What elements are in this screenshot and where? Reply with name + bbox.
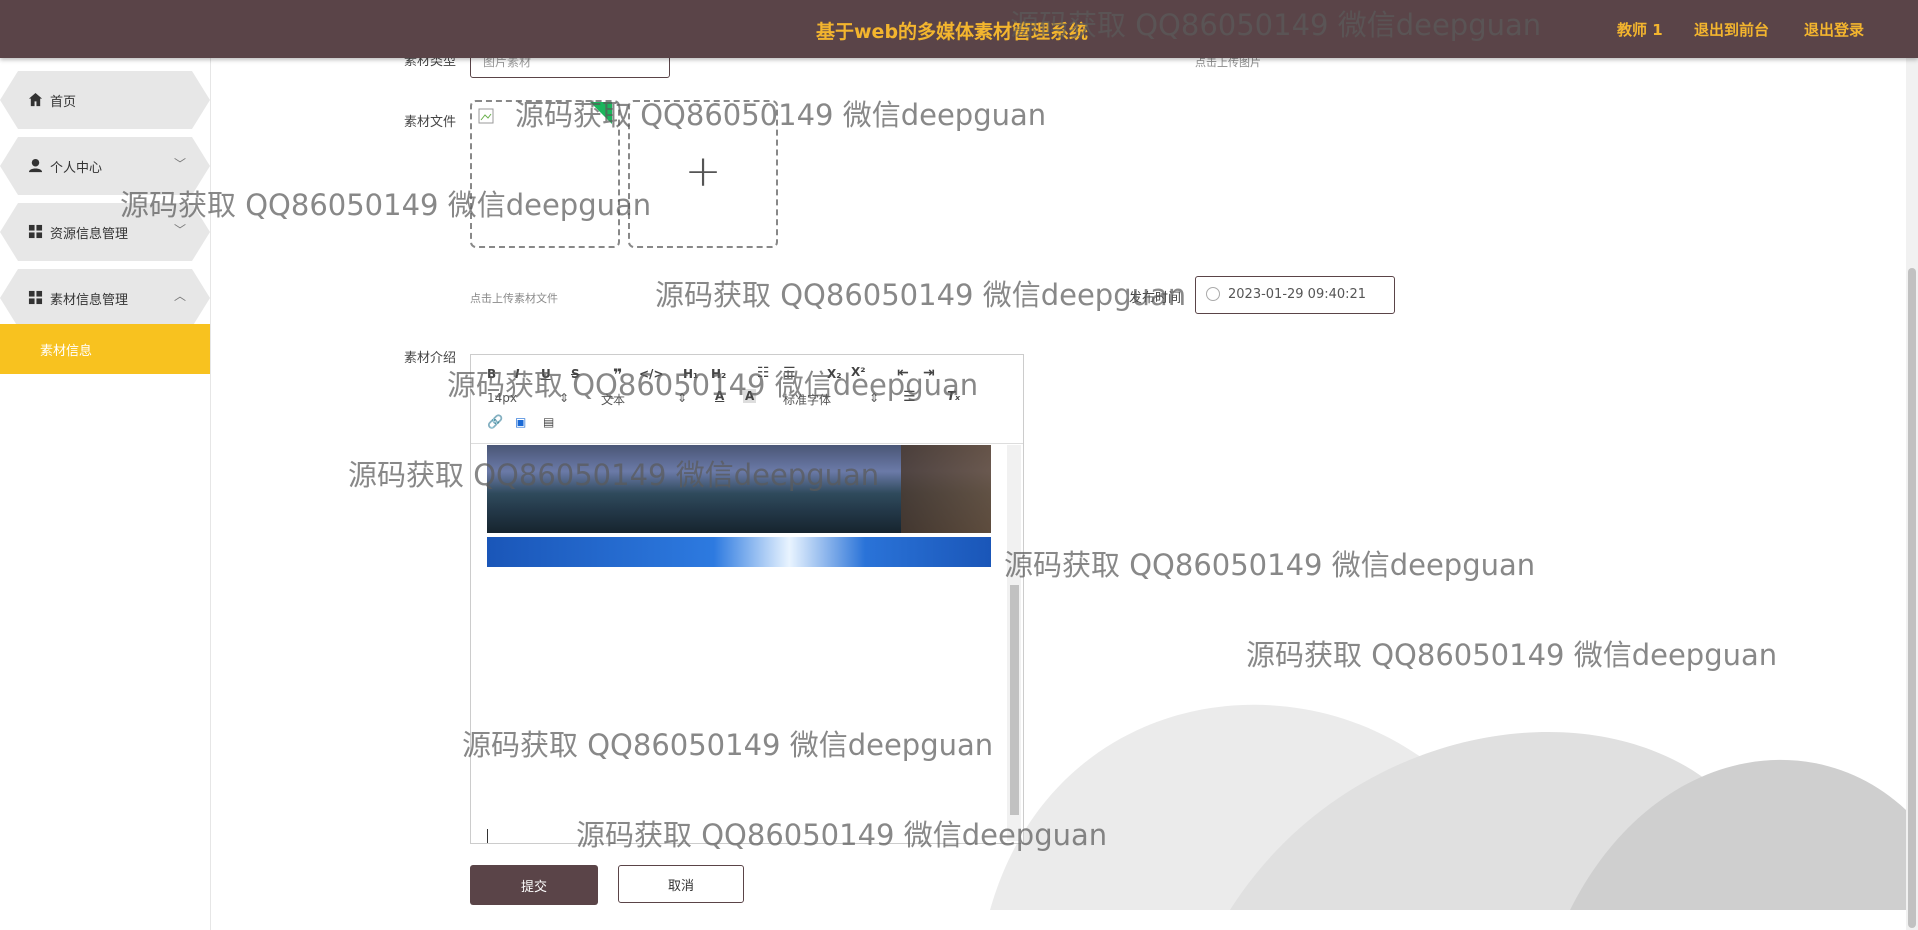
- chevron-down-icon: ﹀: [174, 223, 187, 237]
- page-scrollbar-thumb[interactable]: [1908, 268, 1916, 928]
- sidebar: 首页 个人中心 ﹀ 资源信息管理 ﹀ 素材信息管理 ︿ 素材信息: [0, 58, 211, 930]
- chevron-down-icon: ﹀: [174, 157, 187, 171]
- cancel-button[interactable]: 取消: [618, 865, 744, 903]
- editor-toolbar: B I U S ❞ </> H₁ H₂ ☷ ☰ X₂ X² ⇤ ⇥ 14px ⇕…: [471, 355, 1023, 444]
- rich-text-editor[interactable]: B I U S ❞ </> H₁ H₂ ☷ ☰ X₂ X² ⇤ ⇥ 14px ⇕…: [470, 354, 1024, 844]
- background-hills-decoration: [990, 704, 1906, 910]
- file-label: 素材文件: [404, 115, 457, 130]
- exit-to-front-link[interactable]: 退出到前台: [1694, 19, 1769, 40]
- sidebar-item-label: 个人中心: [50, 161, 103, 176]
- user-menu[interactable]: 教师 1: [1617, 19, 1663, 40]
- editor-image-banner[interactable]: [487, 537, 991, 567]
- sidebar-subitem-label: 素材信息: [40, 344, 93, 359]
- clock-icon: [1206, 287, 1220, 301]
- font-size-chevron-icon: ⇕: [559, 391, 570, 405]
- paragraph-chevron-icon: ⇕: [677, 391, 688, 405]
- watermark-text: 源码获取 QQ86050149 微信deepguan: [1004, 548, 1536, 582]
- bold-icon[interactable]: B: [487, 367, 496, 381]
- heading2-icon[interactable]: H₂: [711, 367, 726, 381]
- sidebar-item-materials[interactable]: 素材信息管理 ︿: [0, 269, 210, 327]
- sidebar-item-profile[interactable]: 个人中心 ﹀: [0, 137, 210, 195]
- chevron-up-icon: ︿: [174, 289, 187, 303]
- page-scrollbar[interactable]: [1906, 58, 1918, 930]
- submit-button[interactable]: 提交: [470, 865, 598, 905]
- watermark-text: 源码获取 QQ86050149 微信deepguan: [655, 278, 1187, 312]
- logout-link[interactable]: 退出登录: [1804, 19, 1864, 40]
- paragraph-select[interactable]: 文本: [601, 391, 625, 408]
- broken-image-icon: [478, 108, 494, 124]
- file-upload-hint: 点击上传素材文件: [470, 292, 558, 305]
- time-label: 发布时间: [1129, 291, 1182, 306]
- blockquote-icon[interactable]: ❞: [613, 365, 622, 384]
- indent-icon[interactable]: ⇥: [923, 365, 935, 381]
- sidebar-item-home[interactable]: 首页: [0, 71, 210, 129]
- text-color-icon[interactable]: A: [715, 389, 724, 403]
- publish-time-picker[interactable]: 2023-01-29 09:40:21: [1195, 276, 1395, 314]
- outdent-icon[interactable]: ⇤: [897, 365, 909, 381]
- video-insert-icon[interactable]: ▤: [543, 415, 554, 429]
- delete-corner-icon[interactable]: [590, 102, 612, 124]
- underline-icon[interactable]: U: [541, 367, 551, 381]
- strikethrough-icon[interactable]: S: [571, 367, 580, 381]
- text-caret: [487, 829, 488, 843]
- code-block-icon[interactable]: </>: [639, 367, 664, 381]
- editor-scrollbar[interactable]: [1007, 445, 1021, 841]
- font-size-select[interactable]: 14px: [487, 391, 517, 405]
- font-family-chevron-icon: ⇕: [869, 391, 880, 405]
- sidebar-subitem-material-info[interactable]: 素材信息: [0, 324, 210, 374]
- upload-file-button[interactable]: +: [628, 100, 778, 248]
- image-insert-icon[interactable]: ▣: [515, 415, 526, 429]
- ordered-list-icon[interactable]: ☷: [757, 365, 770, 381]
- publish-time-value: 2023-01-29 09:40:21: [1228, 287, 1367, 302]
- app-title: 基于web的多媒体素材管理系统: [816, 21, 1089, 43]
- editor-scrollbar-thumb[interactable]: [1010, 585, 1019, 815]
- top-bar: 基于web的多媒体素材管理系统 教师 1 退出到前台 退出登录: [0, 0, 1918, 58]
- intro-label: 素材介绍: [404, 351, 457, 366]
- plus-icon: +: [684, 146, 722, 197]
- link-icon[interactable]: 🔗: [487, 415, 503, 430]
- image-dock-detail: [901, 445, 991, 533]
- editor-image-landscape[interactable]: [487, 445, 991, 533]
- uploaded-file-thumbnail[interactable]: [470, 100, 620, 248]
- font-family-select[interactable]: 标准字体: [783, 391, 831, 408]
- clear-format-icon[interactable]: Tₓ: [947, 389, 960, 403]
- sidebar-item-resources[interactable]: 资源信息管理 ﹀: [0, 203, 210, 261]
- user-icon: [28, 158, 43, 173]
- heading1-icon[interactable]: H₁: [683, 367, 698, 381]
- home-icon: [28, 92, 43, 107]
- subscript-icon[interactable]: X₂: [827, 367, 842, 381]
- sidebar-item-label: 素材信息管理: [50, 293, 129, 308]
- background-color-icon[interactable]: A: [743, 389, 757, 403]
- grid-icon: [28, 224, 43, 239]
- align-icon[interactable]: ☰: [903, 389, 916, 405]
- bullet-list-icon[interactable]: ☰: [783, 365, 796, 381]
- italic-icon[interactable]: I: [515, 367, 519, 381]
- grid-icon: [28, 290, 43, 305]
- sidebar-item-label: 资源信息管理: [50, 227, 129, 242]
- superscript-icon[interactable]: X²: [851, 365, 866, 379]
- sidebar-item-label: 首页: [50, 95, 77, 110]
